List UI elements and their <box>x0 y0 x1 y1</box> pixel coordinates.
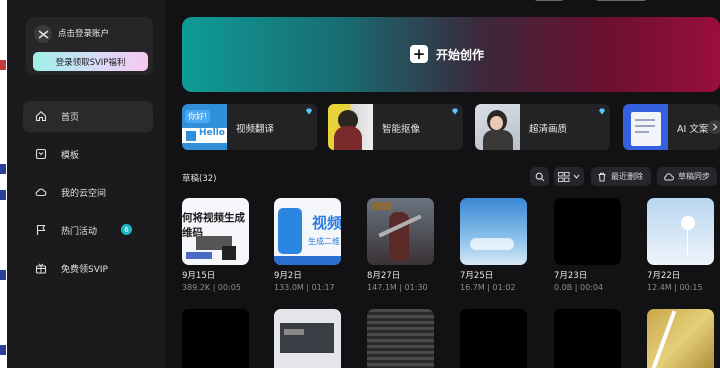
view-mode-dropdown[interactable] <box>554 167 584 186</box>
draft-date: 7月23日 <box>554 271 588 281</box>
draft-thumbnail[interactable] <box>647 198 714 265</box>
login-card[interactable]: 点击登录账户 登录领取SVIP福利 <box>26 17 153 75</box>
trash-icon <box>598 172 606 181</box>
recent-deleted-button[interactable]: 最近删除 <box>591 167 651 186</box>
start-creating-banner[interactable]: + 开始创作 <box>182 17 720 92</box>
nav-item-home[interactable]: 首页 <box>23 101 153 132</box>
cloud-icon <box>35 188 47 197</box>
search-button[interactable] <box>530 167 549 186</box>
draft-sync-label: 草稿同步 <box>678 172 710 181</box>
tool-smart-cutout[interactable]: 智能抠像 <box>328 104 463 150</box>
draft-date: 7月25日 <box>460 271 494 281</box>
ai-copywriting-thumbnail <box>623 104 668 150</box>
gift-icon <box>35 263 47 274</box>
draft-date: 7月22日 <box>647 271 681 281</box>
draft-meta: 389.2K | 00:05 <box>182 283 241 292</box>
app-logo-icon <box>34 25 52 43</box>
chevron-right-icon <box>713 123 718 131</box>
thumb-caption: 何将视频生成 <box>182 212 245 224</box>
start-creating-button[interactable]: + 开始创作 <box>410 45 484 63</box>
tool-label: 超清画质 <box>529 124 568 135</box>
nav-item-svip[interactable]: 免费领SVIP <box>23 253 153 284</box>
nav-item-cloud[interactable]: 我的云空间 <box>23 177 153 208</box>
tool-hd-quality[interactable]: 超清画质 <box>475 104 610 150</box>
nav-item-label: 免费领SVIP <box>61 265 108 275</box>
drafts-title: 草稿(32) <box>182 174 217 184</box>
tool-video-translate[interactable]: 你好! Hello 视频翻译 <box>182 104 317 150</box>
tool-ai-copywriting[interactable]: AI 文案 <box>623 104 720 150</box>
draft-date: 9月2日 <box>274 271 302 281</box>
cloud-sync-icon <box>664 173 674 181</box>
vip-diamond-icon <box>452 108 458 115</box>
vip-diamond-icon <box>306 108 312 115</box>
scroll-next-button[interactable] <box>708 120 720 134</box>
nav-item-label: 首页 <box>61 113 80 123</box>
draft-thumbnail[interactable] <box>182 309 249 368</box>
vip-diamond-icon <box>599 108 605 115</box>
grid-view-icon <box>558 171 570 182</box>
draft-meta: 16.7M | 01:02 <box>460 283 516 292</box>
draft-thumbnail[interactable] <box>274 309 341 368</box>
background-window-edge <box>0 0 7 368</box>
tool-label: 视频翻译 <box>236 124 275 135</box>
draft-date: 8月27日 <box>367 271 401 281</box>
tool-label: 智能抠像 <box>382 124 421 135</box>
draft-meta: 133.0M | 01:17 <box>274 283 335 292</box>
flag-icon <box>36 224 46 235</box>
notification-badge: 6 <box>121 224 132 235</box>
draft-meta: 12.4M | 00:15 <box>647 283 703 292</box>
nav-item-label: 我的云空间 <box>61 189 107 199</box>
draft-thumbnail[interactable] <box>554 198 621 265</box>
template-icon <box>35 148 47 160</box>
start-creating-label: 开始创作 <box>436 47 485 62</box>
nav-item-events[interactable]: 热门活动 6 <box>23 215 153 246</box>
svip-claim-button[interactable]: 登录领取SVIP福利 <box>33 52 148 71</box>
draft-thumbnail[interactable]: 何将视频生成 维码 <box>182 198 249 265</box>
thumb-caption: 视频 <box>312 214 341 232</box>
main-panel: + 开始创作 你好! Hello 视频翻译 智能抠像 超清画质 AI 文案 草稿… <box>165 0 720 368</box>
recent-deleted-label: 最近删除 <box>611 172 643 181</box>
draft-thumbnail[interactable] <box>460 309 527 368</box>
sidebar: 点击登录账户 登录领取SVIP福利 首页 模板 我的云空间 热门活动 6 免费领… <box>7 0 165 368</box>
nav-item-label: 模板 <box>61 151 80 161</box>
nav-item-templates[interactable]: 模板 <box>23 139 153 170</box>
draft-thumbnail[interactable] <box>554 309 621 368</box>
thumb-caption: 生成二维 <box>308 237 340 246</box>
draft-date: 9月15日 <box>182 271 216 281</box>
draft-meta: 0.0B | 00:04 <box>554 283 604 292</box>
draft-sync-button[interactable]: 草稿同步 <box>657 167 717 186</box>
draft-thumbnail[interactable] <box>367 309 434 368</box>
video-translate-thumbnail: 你好! Hello <box>182 104 227 150</box>
draft-meta: 147.1M | 01:30 <box>367 283 428 292</box>
play-icon <box>186 131 196 141</box>
tool-label: AI 文案 <box>677 124 709 135</box>
smart-cutout-thumbnail <box>328 104 373 150</box>
thumb-caption: 你好! <box>185 110 211 123</box>
draft-thumbnail[interactable] <box>367 198 434 265</box>
home-icon <box>35 111 47 122</box>
login-link[interactable]: 点击登录账户 <box>58 27 109 39</box>
top-toolbar-fragment <box>535 0 646 4</box>
draft-thumbnail[interactable] <box>647 309 714 368</box>
nav-item-label: 热门活动 <box>61 227 98 237</box>
chevron-down-icon <box>573 174 580 179</box>
search-icon <box>535 172 544 181</box>
draft-thumbnail[interactable] <box>460 198 527 265</box>
draft-thumbnail[interactable]: 视频 生成二维 <box>274 198 341 265</box>
hd-quality-thumbnail <box>475 104 520 150</box>
plus-icon: + <box>410 45 428 63</box>
